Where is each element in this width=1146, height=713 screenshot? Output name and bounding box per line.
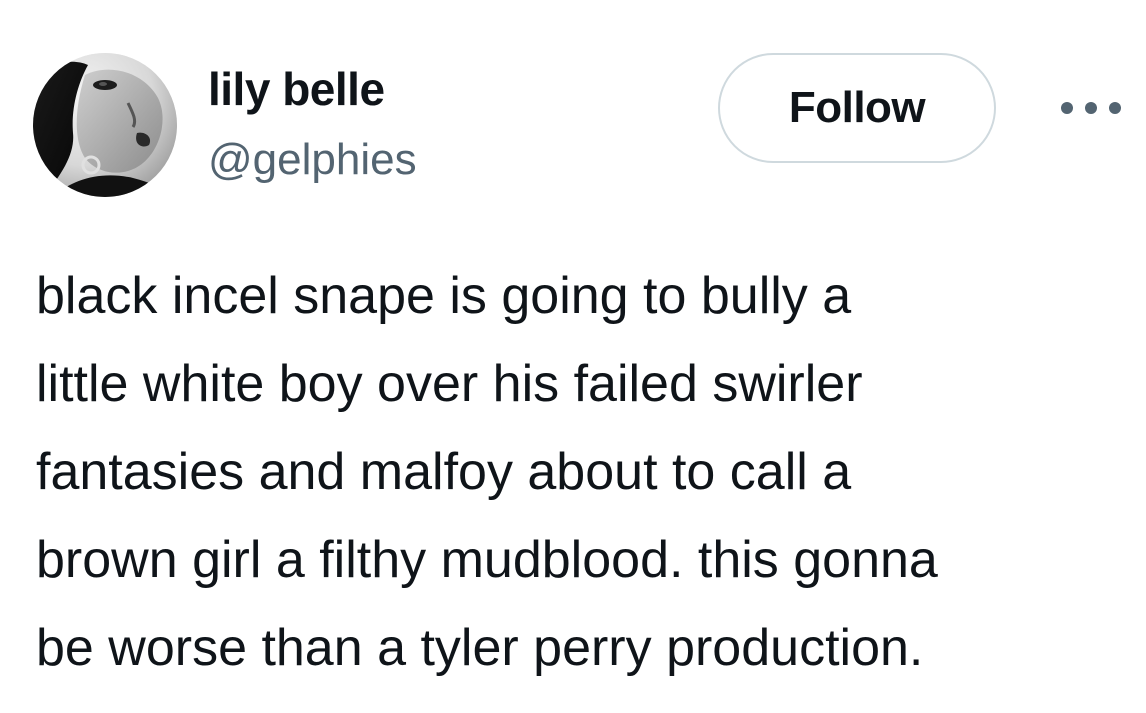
tweet-text: black incel snape is going to bully a li… [36,267,938,677]
more-options-button[interactable] [1056,88,1126,128]
user-handle[interactable]: @gelphies [208,134,417,186]
tweet-card: lily belle @gelphies Follow black incel … [0,0,1146,713]
display-name[interactable]: lily belle [208,62,385,116]
profile-photo [33,53,177,197]
user-avatar[interactable] [33,53,177,197]
follow-button-label: Follow [788,83,926,132]
more-options-icon [1061,102,1121,114]
follow-button[interactable]: Follow [718,53,996,163]
